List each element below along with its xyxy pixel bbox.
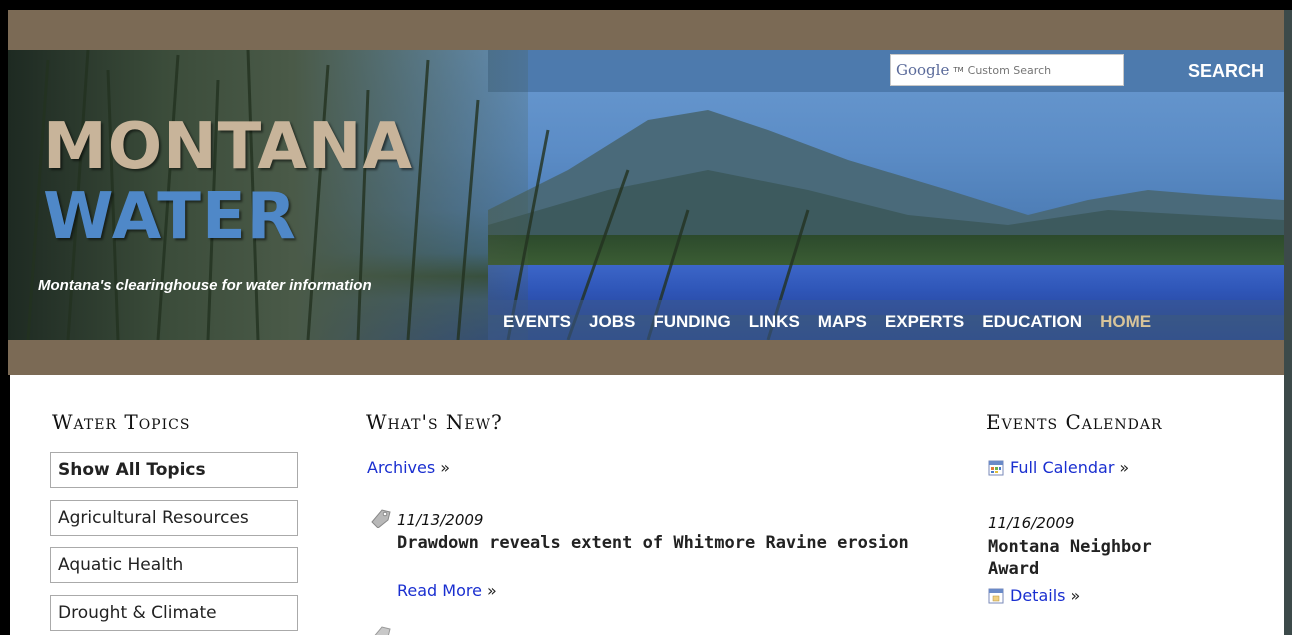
header-top-band — [8, 10, 1284, 50]
events-heading: Events Calendar — [986, 410, 1163, 434]
header-banner: MONTANA WATER Montana's clearinghouse fo… — [8, 50, 1284, 340]
archives-arrow: » — [440, 458, 451, 477]
topic-show-all[interactable]: Show All Topics — [50, 452, 298, 488]
news-read-more-link[interactable]: Read More — [397, 581, 482, 600]
news-tag-icon-2 — [374, 626, 391, 635]
header-bottom-band — [8, 340, 1284, 375]
event-details-row: Details » — [988, 586, 1080, 605]
calendar-grid-icon — [988, 460, 1004, 475]
topics-heading: Water Topics — [52, 410, 191, 434]
full-calendar-arrow: » — [1119, 458, 1130, 477]
news-heading: What's New? — [366, 410, 503, 434]
event-item-title: Montana Neighbor Award — [988, 537, 1152, 579]
right-edge-border — [1284, 10, 1292, 635]
event-details-link[interactable]: Details — [1010, 586, 1065, 605]
nav-item-home[interactable]: HOME — [1100, 312, 1151, 332]
nav-item-experts[interactable]: EXPERTS — [885, 312, 964, 332]
topic-agricultural-resources[interactable]: Agricultural Resources — [50, 500, 298, 536]
full-calendar-row: Full Calendar » — [988, 458, 1129, 477]
news-read-more-row: Read More » — [397, 581, 497, 600]
nav-item-funding[interactable]: FUNDING — [653, 312, 730, 332]
search-input[interactable] — [967, 63, 1098, 77]
event-item-date: 11/16/2009 — [988, 514, 1075, 532]
news-item-title: Drawdown reveals extent of Whitmore Ravi… — [397, 533, 909, 553]
main-nav: EVENTS JOBS FUNDING LINKS MAPS EXPERTS E… — [503, 312, 1151, 332]
site-title-montana: MONTANA — [43, 110, 413, 184]
nav-item-events[interactable]: EVENTS — [503, 312, 571, 332]
archives-link[interactable]: Archives — [367, 458, 435, 477]
nav-item-education[interactable]: EDUCATION — [982, 312, 1082, 332]
search-button[interactable]: SEARCH — [1188, 61, 1264, 82]
event-details-arrow: » — [1070, 586, 1081, 605]
site-title-water: WATER — [43, 180, 297, 254]
calendar-day-icon — [988, 588, 1004, 603]
nav-item-links[interactable]: LINKS — [749, 312, 800, 332]
news-tag-icon — [371, 509, 391, 528]
page-frame: MONTANA WATER Montana's clearinghouse fo… — [0, 0, 1292, 635]
nav-item-jobs[interactable]: JOBS — [589, 312, 635, 332]
topic-drought-climate[interactable]: Drought & Climate — [50, 595, 298, 631]
google-search-box[interactable]: Google TM — [890, 54, 1124, 86]
site-tagline: Montana's clearinghouse for water inform… — [38, 277, 372, 294]
news-item-date: 11/13/2009 — [397, 511, 484, 529]
google-logo: Google — [896, 61, 950, 79]
google-tm-mark: TM — [953, 66, 964, 74]
topic-aquatic-health[interactable]: Aquatic Health — [50, 547, 298, 583]
archives-link-row: Archives » — [367, 458, 450, 477]
read-more-arrow: » — [487, 581, 497, 600]
nav-item-maps[interactable]: MAPS — [818, 312, 867, 332]
full-calendar-link[interactable]: Full Calendar — [1010, 458, 1114, 477]
